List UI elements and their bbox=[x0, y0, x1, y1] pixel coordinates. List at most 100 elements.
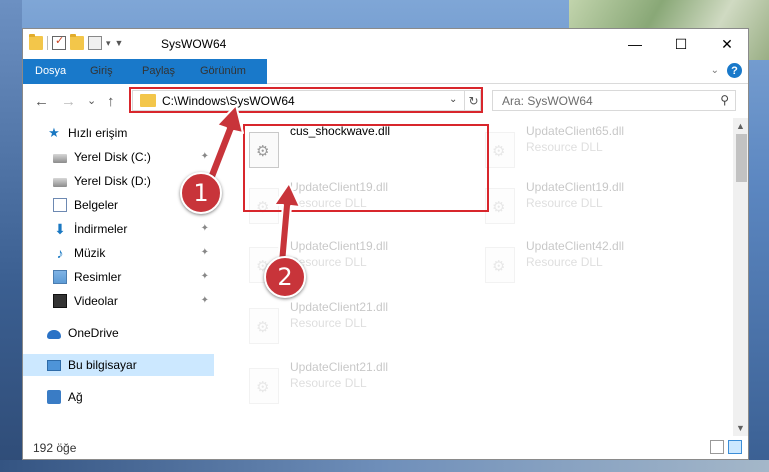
file-name: UpdateClient19.dll bbox=[290, 239, 389, 253]
gear-icon: ⚙ bbox=[492, 258, 506, 275]
file-type: Resource DLL bbox=[526, 140, 603, 154]
gear-icon: ⚙ bbox=[256, 319, 270, 336]
sidebar-item-music[interactable]: ♪ Müzik ✦ bbox=[23, 242, 214, 264]
item-count: 192 öğe bbox=[33, 441, 77, 455]
dll-file-icon: ⚙ bbox=[485, 132, 515, 168]
sidebar-item-label: Belgeler bbox=[74, 198, 119, 212]
search-box[interactable]: Ara: SysWOW64 ⚲ bbox=[492, 90, 736, 111]
file-type: Resource DLL bbox=[290, 376, 367, 390]
dll-file-icon: ⚙ bbox=[249, 368, 279, 404]
back-arrow-icon[interactable]: ← bbox=[34, 93, 49, 110]
file-item[interactable]: ⚙ UpdateClient19.dll Resource DLL bbox=[477, 178, 697, 224]
sidebar-item-label: Resimler bbox=[74, 270, 122, 284]
gear-icon: ⚙ bbox=[492, 143, 506, 160]
computer-icon bbox=[47, 359, 61, 371]
large-icons-view-icon[interactable] bbox=[728, 440, 742, 454]
scroll-up-icon[interactable]: ▲ bbox=[736, 121, 745, 131]
gear-icon: ⚙ bbox=[256, 379, 270, 396]
sidebar-item-quick-access[interactable]: ★ Hızlı erişim bbox=[23, 122, 214, 144]
sidebar-item-onedrive[interactable]: OneDrive bbox=[23, 322, 214, 344]
sidebar-item-label: Müzik bbox=[74, 246, 106, 260]
details-view-icon[interactable] bbox=[710, 440, 724, 454]
new-folder-icon[interactable] bbox=[70, 34, 84, 50]
video-icon bbox=[53, 294, 67, 308]
sidebar-item-label: Bu bilgisayar bbox=[68, 358, 137, 372]
sidebar-item-downloads[interactable]: ⬇ İndirmeler ✦ bbox=[23, 218, 214, 240]
toolbar-divider bbox=[47, 36, 48, 50]
music-icon: ♪ bbox=[56, 245, 64, 261]
ribbon-tabs: Dosya Giriş Paylaş Görünüm ⌄ ? bbox=[23, 59, 748, 105]
help-icon[interactable]: ? bbox=[727, 63, 742, 78]
file-highlight-box bbox=[243, 124, 489, 212]
sidebar-item-this-pc[interactable]: Bu bilgisayar bbox=[23, 354, 214, 376]
recent-locations-icon[interactable]: ⌄ bbox=[87, 94, 96, 107]
pin-icon[interactable]: ✦ bbox=[201, 271, 209, 282]
file-item[interactable]: ⚙ UpdateClient42.dll Resource DLL bbox=[477, 237, 697, 283]
sidebar-item-label: Yerel Disk (C:) bbox=[74, 150, 151, 164]
status-bar: 192 öğe bbox=[23, 436, 748, 459]
forward-arrow-icon[interactable]: → bbox=[61, 93, 76, 110]
scroll-down-icon[interactable]: ▼ bbox=[736, 423, 745, 433]
drive-icon bbox=[53, 178, 67, 187]
file-item[interactable]: ⚙ UpdateClient65.dll Resource DLL bbox=[477, 122, 697, 168]
sidebar-item-label: Hızlı erişim bbox=[68, 126, 128, 140]
file-name: UpdateClient42.dll bbox=[526, 239, 625, 253]
navigation-bar: ← → ⌄ ↑ C:\Windows\SysWOW64 ⌄ ↻ Ara: Sys… bbox=[23, 84, 748, 118]
callout-step-2: 2 bbox=[264, 256, 306, 298]
scroll-thumb[interactable] bbox=[736, 134, 747, 182]
drive-icon bbox=[53, 154, 67, 163]
file-name: UpdateClient21.dll bbox=[290, 360, 389, 374]
sidebar-item-disk-c[interactable]: Yerel Disk (C:) ✦ bbox=[23, 146, 214, 168]
address-highlight-box bbox=[129, 87, 483, 113]
navigation-pane: ★ Hızlı erişim Yerel Disk (C:) ✦ Yerel D… bbox=[23, 118, 214, 436]
close-button[interactable]: ✕ bbox=[704, 29, 748, 59]
file-item[interactable]: ⚙ UpdateClient21.dll Resource DLL bbox=[241, 358, 461, 404]
quick-access-toolbar: ▾ ▼ bbox=[29, 34, 124, 50]
star-icon: ★ bbox=[48, 125, 60, 140]
gear-icon: ⚙ bbox=[492, 199, 506, 216]
tab-home[interactable]: Giriş bbox=[79, 59, 124, 83]
window-title: SysWOW64 bbox=[161, 37, 227, 51]
maximize-button[interactable]: ☐ bbox=[658, 29, 704, 59]
pictures-icon bbox=[53, 270, 67, 284]
sidebar-item-label: OneDrive bbox=[68, 326, 119, 340]
file-type: Resource DLL bbox=[526, 196, 603, 210]
qat-dropdown-icon[interactable]: ▾ bbox=[106, 38, 111, 49]
sidebar-item-pictures[interactable]: Resimler ✦ bbox=[23, 266, 214, 288]
tab-share[interactable]: Paylaş bbox=[131, 59, 186, 83]
explorer-window: ▾ ▼ SysWOW64 — ☐ ✕ Dosya Giriş Paylaş Gö… bbox=[22, 28, 749, 460]
dll-file-icon: ⚙ bbox=[485, 188, 515, 224]
up-arrow-icon[interactable]: ↑ bbox=[107, 93, 115, 110]
dll-file-icon: ⚙ bbox=[249, 308, 279, 344]
sidebar-item-network[interactable]: Ağ bbox=[23, 386, 214, 408]
document-icon bbox=[53, 198, 67, 212]
dll-file-icon: ⚙ bbox=[485, 247, 515, 283]
customize-icon[interactable] bbox=[88, 36, 102, 50]
file-item[interactable]: ⚙ UpdateClient21.dll Resource DLL bbox=[241, 298, 461, 344]
file-name: UpdateClient65.dll bbox=[526, 124, 625, 138]
pin-icon[interactable]: ✦ bbox=[201, 151, 209, 162]
title-bar: ▾ ▼ SysWOW64 — ☐ ✕ bbox=[23, 29, 748, 59]
pin-icon[interactable]: ✦ bbox=[201, 295, 209, 306]
callout-step-1: 1 bbox=[180, 172, 222, 214]
search-placeholder[interactable]: Ara: SysWOW64 bbox=[502, 94, 593, 108]
vertical-scrollbar[interactable]: ▲ ▼ bbox=[733, 118, 748, 436]
file-name: UpdateClient19.dll bbox=[526, 180, 625, 194]
file-type: Resource DLL bbox=[290, 316, 367, 330]
tab-view[interactable]: Görünüm bbox=[189, 59, 257, 83]
download-icon: ⬇ bbox=[54, 221, 66, 237]
ribbon-expand-icon[interactable]: ⌄ bbox=[711, 65, 719, 76]
sidebar-item-videos[interactable]: Videolar ✦ bbox=[23, 290, 214, 312]
network-icon bbox=[47, 390, 61, 404]
search-icon[interactable]: ⚲ bbox=[720, 93, 729, 107]
minimize-button[interactable]: — bbox=[612, 29, 658, 59]
qat-pin-icon[interactable]: ▼ bbox=[115, 38, 124, 48]
pin-icon[interactable]: ✦ bbox=[201, 223, 209, 234]
cloud-icon bbox=[47, 330, 61, 339]
file-name: UpdateClient21.dll bbox=[290, 300, 389, 314]
sidebar-item-label: İndirmeler bbox=[74, 222, 128, 236]
properties-check-icon[interactable] bbox=[52, 34, 66, 50]
sidebar-item-label: Yerel Disk (D:) bbox=[74, 174, 151, 188]
pin-icon[interactable]: ✦ bbox=[201, 247, 209, 258]
sidebar-item-label: Videolar bbox=[74, 294, 118, 308]
